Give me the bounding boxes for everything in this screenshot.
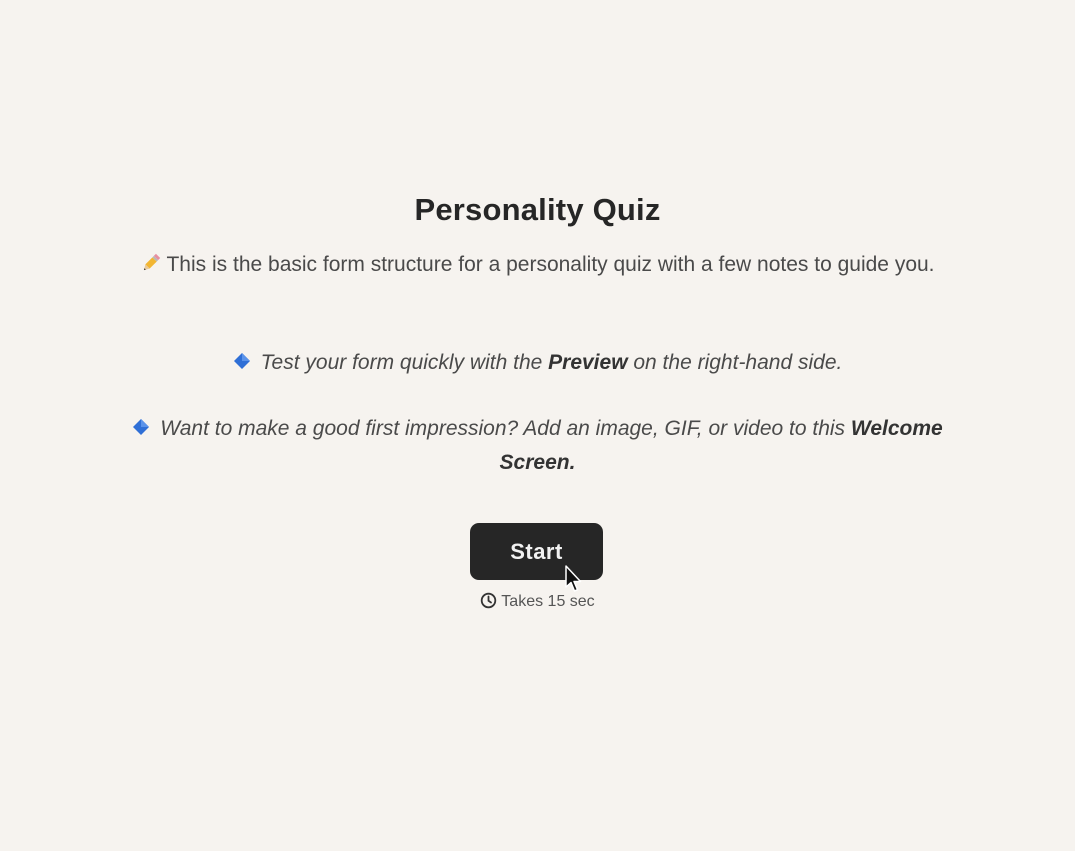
intro-text: This is the basic form structure for a p… [100,248,975,282]
time-estimate-label: Takes 15 sec [501,593,595,610]
time-estimate: Takes 15 sec [0,592,1075,611]
blue-diamond-icon [132,413,150,435]
clock-icon [480,592,497,609]
preview-note-tail: on the right-hand side. [627,351,843,374]
mouse-pointer-icon [564,565,584,595]
media-note: Want to make a good first impression? Ad… [110,412,965,480]
pencil-icon [140,251,162,273]
intro-label: This is the basic form structure for a p… [166,253,935,276]
blue-diamond-icon [233,347,251,369]
preview-note: Test your form quickly with the Preview … [110,346,965,380]
page-title: Personality Quiz [414,192,661,227]
preview-note-bold: Preview [548,351,628,374]
media-note-text: Want to make a good first impression? Ad… [160,417,851,440]
preview-note-text: Test your form quickly with the [260,351,549,374]
